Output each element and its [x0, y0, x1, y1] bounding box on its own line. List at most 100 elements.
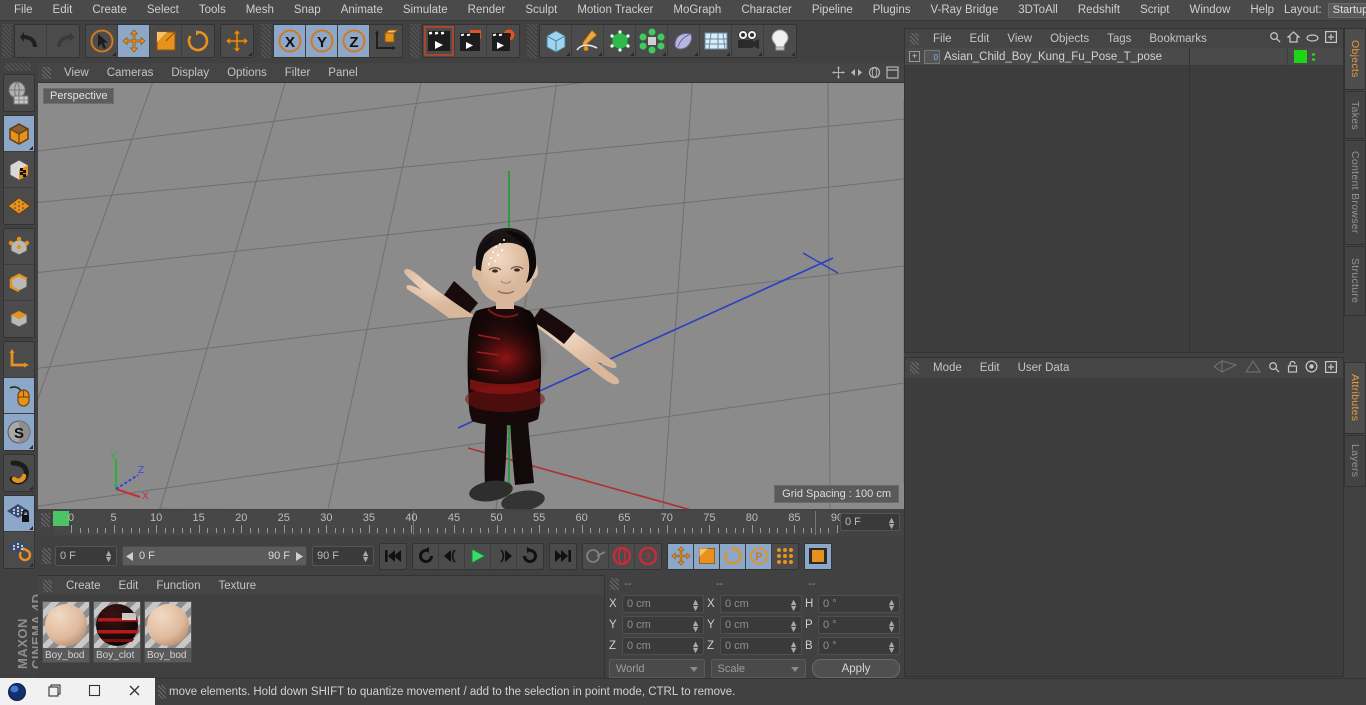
add-floor-button[interactable] [700, 25, 732, 57]
object-name[interactable]: Asian_Child_Boy_Kung_Fu_Pose_T_pose [944, 51, 1287, 63]
spinner-icon[interactable]: ▲ ▼ [104, 549, 113, 564]
home-icon[interactable] [1286, 31, 1301, 46]
visibility-dots-icon[interactable] [1312, 52, 1315, 61]
add-spline-button[interactable] [572, 25, 604, 57]
tab-content-browser[interactable]: Content Browser [1344, 140, 1366, 245]
display-tag-icon[interactable] [1294, 50, 1307, 63]
play-button[interactable] [465, 543, 491, 569]
toolbar-grip-3[interactable] [410, 24, 420, 58]
previous-frame-button[interactable] [439, 543, 465, 569]
lock-y-axis[interactable]: Y [306, 25, 338, 57]
record-scale-button[interactable] [694, 543, 720, 569]
menu-item-file[interactable]: File [4, 0, 43, 21]
objects-menu-file[interactable]: File [924, 33, 961, 45]
points-mode-button[interactable] [4, 229, 34, 265]
record-pla-button[interactable]: P [746, 543, 772, 569]
menu-item-pipeline[interactable]: Pipeline [802, 0, 863, 21]
objects-menu-edit[interactable]: Edit [961, 33, 999, 45]
move-tool-2[interactable] [221, 25, 253, 57]
objects-menu-tags[interactable]: Tags [1098, 33, 1140, 45]
viewport-menu-panel[interactable]: Panel [319, 67, 366, 79]
world-object-coord[interactable] [370, 25, 402, 57]
enable-snap-button[interactable]: S [4, 414, 34, 450]
viewport-menu-view[interactable]: View [55, 67, 98, 79]
record-position-button[interactable] [668, 543, 694, 569]
menu-item-vray-bridge[interactable]: V-Ray Bridge [920, 0, 1008, 21]
viewport-menu-display[interactable]: Display [162, 67, 218, 79]
material-menu-function[interactable]: Function [147, 580, 209, 592]
go-to-end-button[interactable] [550, 544, 576, 569]
render-settings-button[interactable] [487, 25, 519, 57]
menu-item-sculpt[interactable]: Sculpt [515, 0, 567, 21]
material-grip[interactable] [43, 579, 52, 592]
menu-item-mesh[interactable]: Mesh [236, 0, 284, 21]
pan-icon[interactable] [832, 66, 845, 79]
rotate-icon[interactable] [868, 66, 881, 79]
autokeying-button[interactable] [609, 543, 635, 569]
material-menu-edit[interactable]: Edit [110, 580, 148, 592]
preview-range-slider[interactable]: 0 F 90 F [122, 546, 307, 566]
table-row[interactable]: + 0 Asian_Child_Boy_Kung_Fu_Pose_T_pose [905, 47, 1343, 66]
object-tags-cell[interactable] [1287, 47, 1343, 66]
enable-axis-button[interactable] [4, 342, 34, 378]
attributes-menu-mode[interactable]: Mode [924, 362, 971, 374]
add-deformer-button[interactable] [636, 25, 668, 57]
model-mode-button[interactable] [4, 116, 34, 152]
objects-menu-view[interactable]: View [998, 33, 1041, 45]
plus-box-icon[interactable] [1325, 360, 1338, 376]
menu-item-plugins[interactable]: Plugins [863, 0, 921, 21]
rotate-tool[interactable] [182, 25, 214, 57]
size-x-input[interactable]: 0 cm ▲ ▼ [720, 595, 802, 613]
size-z-input[interactable]: 0 cm ▲ ▼ [720, 637, 802, 655]
menu-item-motion-tracker[interactable]: Motion Tracker [567, 0, 663, 21]
position-z-input[interactable]: 0 cm ▲ ▼ [622, 637, 704, 655]
expand-toggle-icon[interactable]: + [909, 51, 920, 62]
menu-item-redshift[interactable]: Redshift [1068, 0, 1130, 21]
menu-item-window[interactable]: Window [1179, 0, 1240, 21]
3d-viewport[interactable]: Perspective Y X Z Grid Spacing: 100 cm [38, 83, 904, 509]
tab-layers[interactable]: Layers [1344, 435, 1366, 487]
search-icon[interactable] [1269, 31, 1281, 46]
playback-grip[interactable] [42, 548, 51, 564]
spinner-icon[interactable]: ▲ ▼ [887, 598, 896, 613]
toolbar-grip-2[interactable] [261, 24, 271, 58]
edges-mode-button[interactable] [4, 265, 34, 301]
add-generator-button[interactable] [604, 25, 636, 57]
live-selection-tool[interactable] [86, 25, 118, 57]
menu-item-simulate[interactable]: Simulate [393, 0, 458, 21]
rotation-p-input[interactable]: 0 ° ▲ ▼ [818, 616, 900, 634]
render-to-picture-viewer-button[interactable] [455, 25, 487, 57]
menu-item-script[interactable]: Script [1130, 0, 1179, 21]
coordinate-system-select[interactable]: World [609, 659, 705, 678]
attributes-menu-user-data[interactable]: User Data [1009, 362, 1079, 374]
record-rotation-button[interactable] [720, 543, 746, 569]
texture-mode-button[interactable] [4, 152, 34, 188]
cinema4d-logo-icon[interactable] [0, 682, 34, 702]
statusbar-grip[interactable] [158, 685, 166, 699]
material-item[interactable]: Boy_clot [93, 601, 141, 663]
tab-objects[interactable]: Objects [1344, 28, 1366, 90]
magnet-tool-button[interactable] [4, 455, 34, 491]
objects-tree[interactable]: + 0 Asian_Child_Boy_Kung_Fu_Pose_T_pose [905, 47, 1343, 354]
go-to-start-button[interactable] [380, 544, 406, 569]
menu-item-edit[interactable]: Edit [43, 0, 83, 21]
menu-item-mograph[interactable]: MoGraph [663, 0, 731, 21]
material-item[interactable]: Boy_bod [42, 601, 90, 663]
objects-menu-objects[interactable]: Objects [1041, 33, 1098, 45]
search-icon[interactable] [1268, 361, 1280, 376]
attributes-menu-edit[interactable]: Edit [971, 362, 1009, 374]
viewport-menu-cameras[interactable]: Cameras [98, 67, 163, 79]
plus-box-icon[interactable] [1325, 31, 1338, 46]
play-forward-loop-button[interactable] [517, 544, 543, 569]
lock-z-axis[interactable]: Z [338, 25, 370, 57]
add-cube-button[interactable] [540, 25, 572, 57]
next-frame-button[interactable] [491, 543, 517, 569]
spinner-icon[interactable]: ▲ ▼ [887, 516, 896, 531]
viewport-grip[interactable] [42, 66, 51, 79]
objects-grip[interactable] [910, 32, 919, 45]
make-editable-button[interactable] [4, 75, 34, 111]
add-camera-button[interactable] [732, 25, 764, 57]
ellipse-icon[interactable] [1306, 33, 1319, 45]
layout-select[interactable]: Startup [1327, 2, 1366, 18]
menu-item-tools[interactable]: Tools [189, 0, 236, 21]
